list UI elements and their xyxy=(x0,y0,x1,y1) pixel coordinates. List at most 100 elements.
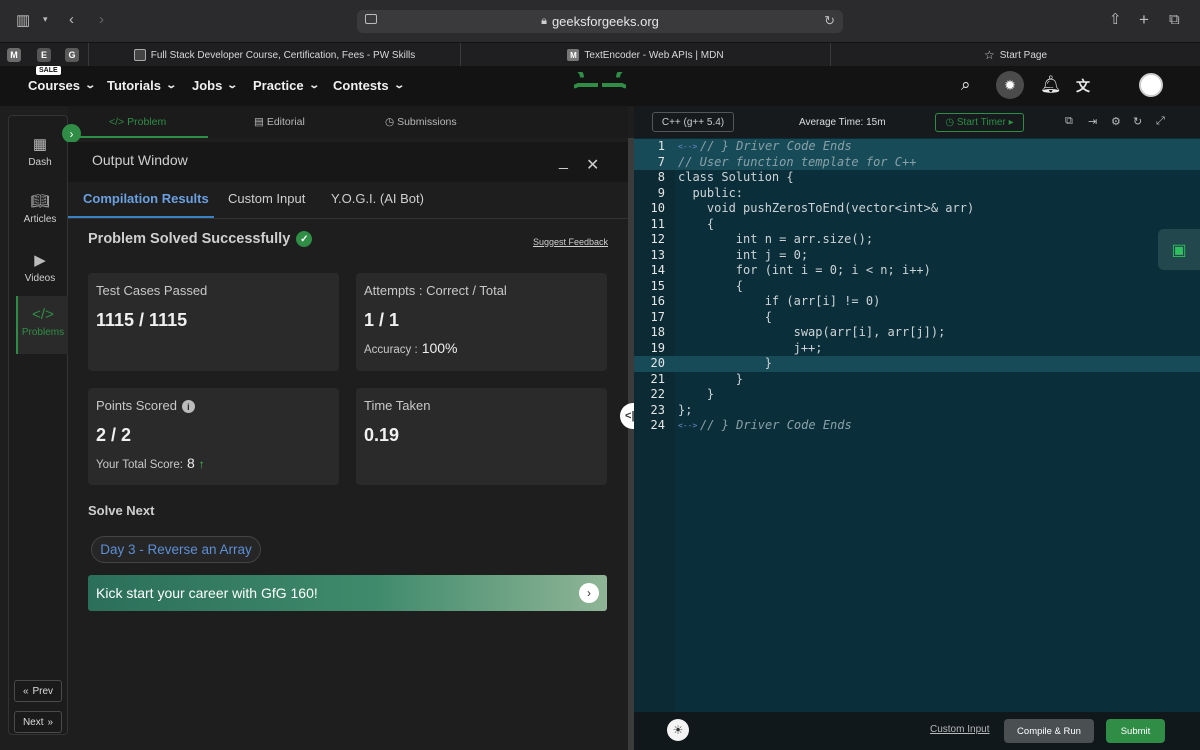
new-tab-icon[interactable]: + xyxy=(1139,11,1149,28)
line-number: 13 xyxy=(650,247,665,262)
code-text: for (int i = 0; i < n; i++) xyxy=(678,263,931,277)
address-bar[interactable]: 🔒︎ geeksforgeeks.org ↻ xyxy=(357,10,843,33)
tab-yogi-bot[interactable]: Y.O.G.I. (AI Bot) xyxy=(331,191,424,206)
copy-icon[interactable]: ⧉ xyxy=(1065,115,1073,128)
fold-marker[interactable]: <--> xyxy=(678,418,697,434)
chat-icon[interactable]: ▣ xyxy=(1158,229,1200,270)
code-line[interactable]: 1 <-->// } Driver Code Ends xyxy=(634,139,1200,155)
translate-icon[interactable]: 文 xyxy=(1076,76,1090,96)
code-line[interactable]: 20 } xyxy=(634,356,1200,372)
bell-icon[interactable]: 🔔︎ xyxy=(1040,75,1062,95)
code-text: class Solution { xyxy=(678,170,794,184)
code-line[interactable]: 15 { xyxy=(634,279,1200,295)
next-problem-link[interactable]: Day 3 - Reverse an Array xyxy=(91,536,261,563)
chevron-right-icon[interactable]: › xyxy=(579,583,599,603)
pinned-tab[interactable]: M xyxy=(7,48,21,62)
rail-item-problems[interactable]: </> Problems xyxy=(16,296,68,354)
code-line[interactable]: 8 class Solution { xyxy=(634,170,1200,186)
double-chevron-right-icon: » xyxy=(47,716,54,728)
minimize-icon[interactable]: _ xyxy=(559,153,568,171)
code-line[interactable]: 21 } xyxy=(634,372,1200,388)
url-text: geeksforgeeks.org xyxy=(551,14,659,29)
nav-contests[interactable]: Contests ⌄ xyxy=(333,78,405,93)
code-text: } xyxy=(678,371,744,386)
gfg-logo[interactable] xyxy=(574,72,626,98)
code-line[interactable]: 24 <-->// } Driver Code Ends xyxy=(634,418,1200,434)
line-number: 22 xyxy=(650,387,665,401)
code-line[interactable]: 18 swap(arr[i], arr[j]); xyxy=(634,325,1200,341)
nav-label: Tutorials xyxy=(107,78,161,93)
chevron-down-icon[interactable]: ▾ xyxy=(43,15,48,24)
sidebar-toggle-icon[interactable]: ▥ xyxy=(16,13,30,28)
submit-button[interactable]: Submit xyxy=(1106,719,1165,743)
expand-panel-icon[interactable]: › xyxy=(62,124,81,143)
tab-submissions[interactable]: ◷ Submissions xyxy=(385,116,457,128)
tab-problem[interactable]: </> Problem xyxy=(109,116,166,128)
code-line[interactable]: 17 { xyxy=(634,310,1200,326)
code-line[interactable]: 9 public: xyxy=(634,186,1200,202)
code-line[interactable]: 7 // User function template for C++ xyxy=(634,154,1200,170)
line-number: 24 xyxy=(650,418,665,432)
code-line[interactable]: 13 int j = 0; xyxy=(634,248,1200,264)
browser-tab[interactable]: M TextEncoder - Web APIs | MDN xyxy=(460,43,830,67)
compile-run-button[interactable]: Compile & Run xyxy=(1004,719,1094,743)
points-label: Points Scored xyxy=(96,398,177,413)
pinned-tab[interactable]: E xyxy=(37,48,51,62)
reload-icon[interactable]: ↻ xyxy=(824,13,835,29)
start-timer-button[interactable]: ◷ Start Timer ▸ xyxy=(935,113,1024,132)
code-line[interactable]: 10 void pushZerosToEnd(vector<int>& arr) xyxy=(634,201,1200,217)
nav-courses[interactable]: Courses ⌄ xyxy=(28,78,96,93)
prev-label: Prev xyxy=(32,685,54,697)
prev-button[interactable]: «Prev xyxy=(14,680,62,702)
line-number: 20 xyxy=(650,356,665,370)
code-line[interactable]: 14 for (int i = 0; i < n; i++) xyxy=(634,263,1200,279)
fullscreen-icon[interactable]: ⤢ xyxy=(1156,115,1165,128)
settings-icon[interactable]: ⚙ xyxy=(1111,115,1121,128)
browser-tab[interactable]: ☆ Start Page xyxy=(830,43,1200,67)
custom-input-link[interactable]: Custom Input xyxy=(930,724,989,735)
tab-custom-input[interactable]: Custom Input xyxy=(228,191,305,206)
rail-item-dash[interactable]: ▦ Dash xyxy=(10,135,70,168)
tab-compilation-results[interactable]: Compilation Results xyxy=(83,191,209,206)
rail-item-videos[interactable]: ▶︎ Videos xyxy=(10,251,70,284)
share-icon[interactable]: ⇧ xyxy=(1109,12,1122,27)
code-line[interactable]: 11 { xyxy=(634,217,1200,233)
timer-label: Start Timer xyxy=(956,117,1006,128)
code-text: swap(arr[i], arr[j]); xyxy=(678,325,946,339)
total-score-label: Your Total Score: xyxy=(96,459,183,471)
fold-marker[interactable]: <--> xyxy=(678,139,697,155)
rail-label: Articles xyxy=(23,214,57,225)
code-line[interactable]: 22 } xyxy=(634,387,1200,403)
search-icon[interactable]: ⌕ xyxy=(961,75,971,95)
close-icon[interactable]: ✕ xyxy=(586,155,599,175)
reset-icon[interactable]: ↻ xyxy=(1133,115,1142,128)
code-line[interactable]: 23}; xyxy=(634,403,1200,419)
promo-banner[interactable]: Kick start your career with GfG 160! › xyxy=(88,575,607,611)
suggest-feedback-link[interactable]: Suggest Feedback xyxy=(533,237,608,247)
back-icon[interactable]: ‹ xyxy=(69,12,74,27)
tab-editorial[interactable]: ▤ Editorial xyxy=(254,116,305,128)
code-line[interactable]: 16 if (arr[i] != 0) xyxy=(634,294,1200,310)
code-line[interactable]: 19 j++; xyxy=(634,341,1200,357)
tab-overview-icon[interactable]: ⧉ xyxy=(1169,12,1180,27)
nav-practice[interactable]: Practice ⌄ xyxy=(253,78,320,93)
forward-icon[interactable]: › xyxy=(99,12,104,27)
nav-jobs[interactable]: Jobs ⌄ xyxy=(192,78,238,93)
next-button[interactable]: Next» xyxy=(14,711,62,733)
info-icon[interactable]: i xyxy=(181,400,195,414)
nav-tutorials[interactable]: Tutorials ⌄ xyxy=(107,78,177,93)
output-window-title: Output Window xyxy=(92,152,188,168)
import-icon[interactable]: ⇥ xyxy=(1088,115,1097,128)
code-line[interactable]: 12 int n = arr.size(); xyxy=(634,232,1200,248)
pinned-tab[interactable]: G xyxy=(65,48,79,62)
browser-toolbar: ▥ ▾ ‹ › 🔒︎ geeksforgeeks.org ↻ ⇧ + ⧉ xyxy=(0,0,1200,42)
theme-toggle-icon[interactable]: ✹ xyxy=(996,71,1024,99)
language-select[interactable]: C++ (g++ 5.4) xyxy=(652,112,734,132)
browser-tab[interactable]: Full Stack Developer Course, Certificati… xyxy=(88,43,460,67)
nav-label: Practice xyxy=(253,78,304,93)
avatar[interactable] xyxy=(1139,73,1163,97)
page-menu-icon[interactable] xyxy=(365,14,377,24)
lightbulb-icon[interactable]: ☀ xyxy=(667,719,689,741)
accuracy-label: Accuracy : xyxy=(364,344,418,356)
rail-item-articles[interactable]: 📖︎ Articles xyxy=(10,192,70,225)
